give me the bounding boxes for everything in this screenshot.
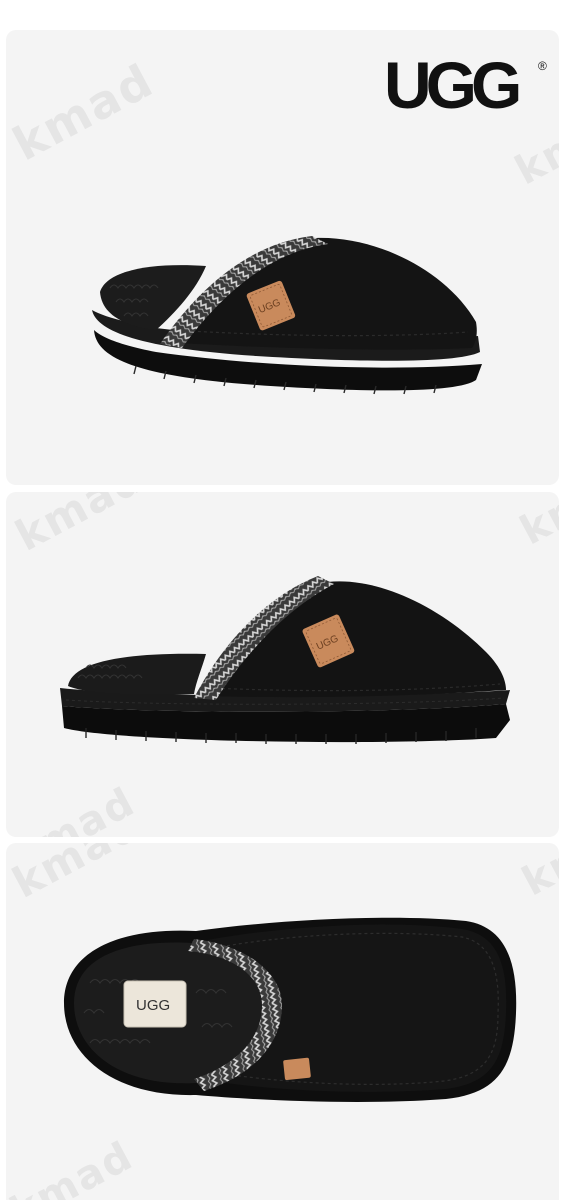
registered-mark: ® xyxy=(538,59,547,73)
fabric-label-text: UGG xyxy=(136,997,170,1014)
product-panel-top: kmad kmad kmad UGG xyxy=(6,843,559,1200)
ugg-logo-text: UGG xyxy=(384,48,519,118)
product-panel-side: kmad kmad kmad kmad UGG xyxy=(6,492,559,837)
slipper-side-image: UGG xyxy=(60,576,510,744)
product-image-page: kmad kmad UGG UGG ® kmad kmad kmad kmad … xyxy=(0,0,562,1200)
slipper-top-image: UGG xyxy=(64,917,517,1102)
ugg-logo: UGG ® xyxy=(384,48,547,118)
